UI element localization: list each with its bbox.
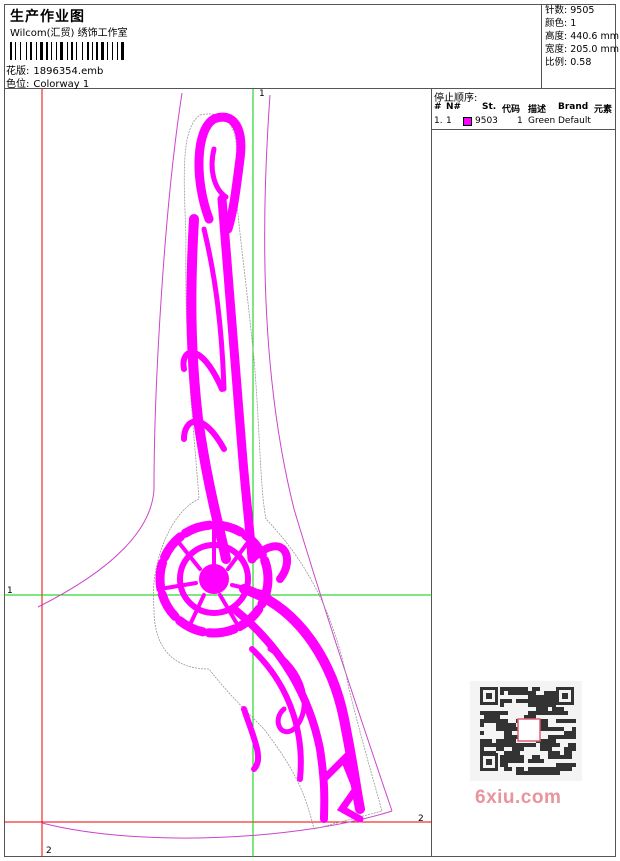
colorway-info: 色位: Colorway 1 bbox=[6, 75, 89, 90]
garment-hem-outline bbox=[41, 810, 393, 839]
embroidery-design bbox=[4, 89, 432, 857]
width-stat: 宽度: 205.0 mm bbox=[545, 44, 619, 55]
axis-label-left: 1 bbox=[7, 586, 13, 596]
col-description: 描述 bbox=[528, 105, 547, 115]
stop-sequence-row: 1. 1 9503 1 Green Default bbox=[434, 116, 591, 126]
axis-label-right: 2 bbox=[418, 814, 424, 824]
thread-color-swatch bbox=[463, 117, 472, 126]
col-code: 代码 bbox=[502, 105, 521, 115]
axis-label-bottom: 2 bbox=[46, 846, 52, 856]
col-element: 元素 bbox=[594, 105, 613, 115]
embroidery-motif bbox=[155, 112, 365, 823]
col-n: N# bbox=[446, 102, 462, 112]
height-stat: 高度: 440.6 mm bbox=[545, 31, 619, 42]
worksheet-header: 生产作业图 Wilcom(汇贸) 绣饰工作室 花版: 1896354.emb 色位… bbox=[4, 4, 619, 90]
col-brand: Brand bbox=[558, 102, 589, 112]
divider bbox=[432, 129, 616, 130]
scale-stat: 比例: 0.58 bbox=[545, 57, 592, 68]
colors-stat: 颜色: 1 bbox=[545, 18, 577, 29]
company-name: Wilcom(汇贸) 绣饰工作室 bbox=[10, 28, 128, 39]
colorway-label: 色位: bbox=[6, 79, 30, 90]
design-canvas: 1 1 2 2 bbox=[4, 89, 432, 857]
qr-code-icon bbox=[470, 681, 582, 781]
axis-label-top: 1 bbox=[259, 89, 265, 99]
col-index: # bbox=[434, 102, 442, 112]
stitches-stat: 针数: 9505 bbox=[545, 5, 595, 16]
garment-outline-right bbox=[264, 94, 393, 812]
watermark-logo: 6xiu.com bbox=[475, 787, 562, 808]
stop-sequence-header: # N# St. 代码 描述 Brand 元素 bbox=[432, 102, 616, 115]
design-stats: 针数: 9505 颜色: 1 高度: 440.6 mm 宽度: 205.0 mm… bbox=[541, 4, 619, 89]
page-title: 生产作业图 bbox=[10, 9, 85, 25]
barcode-icon bbox=[10, 42, 124, 60]
col-stitches: St. bbox=[482, 102, 497, 112]
garment-outline-left bbox=[37, 92, 183, 608]
